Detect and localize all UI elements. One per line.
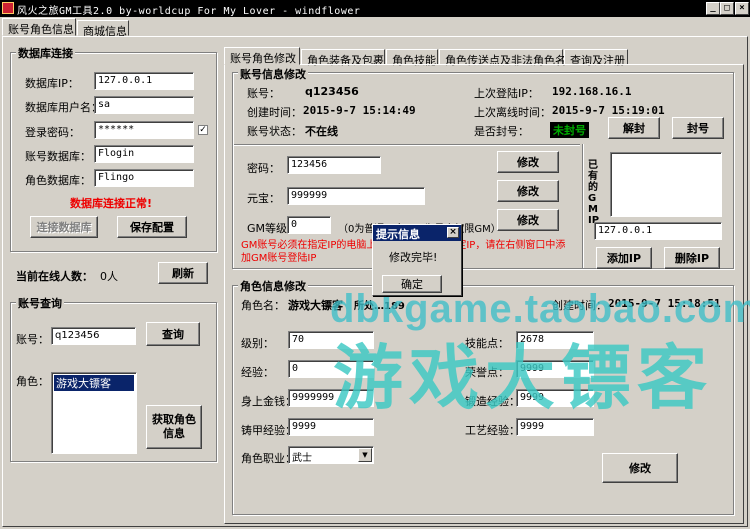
account-label: 账号： — [247, 87, 280, 100]
modify-pwd-button[interactable]: 修改 — [497, 151, 559, 173]
save-config-button[interactable]: 保存配置 — [117, 216, 187, 238]
exp-label: 经验： — [241, 366, 274, 379]
db-ip-label: 数据库IP： — [25, 77, 79, 90]
list-item[interactable]: 游戏大镖客 — [54, 375, 134, 391]
db-ip-input[interactable]: 127.0.0.1 — [94, 72, 194, 90]
tab-account-role[interactable]: 账号角色信息 — [2, 18, 76, 36]
status-value: 不在线 — [305, 125, 338, 138]
refresh-button[interactable]: 刷新 — [158, 262, 208, 284]
tab-equipment[interactable]: 角色装备及包裹 — [301, 49, 385, 67]
title-bar: 风火之旅GM工具2.0 by-worldcup For My Lover - w… — [0, 0, 750, 17]
tech-label: 工艺经验： — [465, 424, 520, 437]
window-title: 风火之旅GM工具2.0 by-worldcup For My Lover - w… — [17, 6, 361, 17]
add-ip-button[interactable]: 添加IP — [596, 247, 652, 269]
ban-button[interactable]: 封号 — [672, 117, 724, 139]
last-ip-value: 192.168.16.1 — [552, 85, 632, 98]
created-label: 创建时间： — [247, 106, 302, 119]
account-value: q123456 — [305, 85, 359, 98]
role-name-label: 角色名： — [241, 299, 285, 312]
role-list-label: 角色： — [16, 375, 49, 388]
pwd-input[interactable]: 123456 — [287, 156, 381, 174]
close-button[interactable]: × — [735, 2, 749, 15]
role-db-label: 角色数据库： — [25, 174, 91, 187]
unban-button[interactable]: 解封 — [608, 117, 660, 139]
created-value: 2015-9-7 15:14:49 — [303, 104, 416, 117]
watermark-text: 游戏大镖客 — [333, 337, 713, 419]
db-pwd-label: 登录密码： — [25, 126, 80, 139]
gm-ip-list-label: 已有的GM IP — [588, 160, 600, 226]
tab-account-role-modify[interactable]: 账号角色修改 — [224, 47, 300, 65]
gm-input[interactable]: 0 — [287, 216, 331, 234]
modify-gold-button[interactable]: 修改 — [497, 180, 559, 202]
tab-query-register[interactable]: 查询及注册 — [564, 49, 628, 67]
tab-mall[interactable]: 商城信息 — [77, 20, 129, 38]
dialog-close-icon[interactable]: × — [447, 227, 459, 238]
pwd-label: 密码： — [247, 162, 280, 175]
last-logout-value: 2015-9-7 15:19:01 — [552, 104, 665, 117]
minimize-button[interactable]: _ — [706, 2, 720, 15]
db-pwd-input[interactable]: ****** — [94, 121, 194, 139]
connect-db-button[interactable]: 连接数据库 — [30, 216, 98, 238]
chevron-down-icon[interactable]: ▼ — [358, 448, 372, 462]
job-select-value: 武士 — [292, 453, 312, 464]
role-info-title: 角色信息修改 — [238, 278, 308, 294]
db-status: 数据库连接正常! — [70, 197, 153, 210]
gold-label: 元宝： — [247, 192, 280, 205]
modify-gm-button[interactable]: 修改 — [497, 209, 559, 231]
last-ip-label: 上次登陆IP： — [474, 87, 539, 100]
alert-dialog: 提示信息 × 修改完毕! 确定 — [372, 224, 462, 296]
status-label: 账号状态： — [247, 125, 302, 138]
role-db-input[interactable]: Flingo — [94, 169, 194, 187]
query-account-input[interactable]: q123456 — [51, 327, 136, 345]
banned-label: 是否封号： — [474, 125, 529, 138]
db-user-label: 数据库用户名： — [25, 101, 102, 114]
tab-teleport[interactable]: 角色传送点及非法角色名 — [439, 49, 566, 67]
query-button[interactable]: 查询 — [146, 322, 200, 346]
gm-ip-input[interactable]: 127.0.0.1 — [594, 222, 722, 240]
gm-ip-listbox[interactable] — [610, 152, 722, 217]
divider — [234, 144, 580, 146]
last-logout-label: 上次离线时间： — [474, 106, 551, 119]
gold-input[interactable]: 999999 — [287, 187, 425, 205]
divider-vertical — [582, 144, 584, 268]
level-label: 级别： — [241, 337, 274, 350]
dialog-titlebar: 提示信息 × — [373, 225, 461, 241]
acc-db-label: 账号数据库： — [25, 150, 91, 163]
delete-ip-button[interactable]: 删除IP — [664, 247, 720, 269]
show-password-checkbox[interactable]: ✓ — [198, 125, 208, 135]
modify-role-button[interactable]: 修改 — [602, 453, 678, 483]
dialog-message: 修改完毕! — [389, 251, 438, 264]
query-group-title: 账号查询 — [16, 295, 64, 311]
db-group-title: 数据库连接 — [16, 45, 75, 61]
query-account-label: 账号： — [16, 333, 49, 346]
account-info-title: 账号信息修改 — [238, 66, 308, 82]
dialog-title: 提示信息 — [376, 228, 420, 241]
online-count: 0人 — [100, 270, 118, 283]
db-user-input[interactable]: sa — [94, 96, 194, 114]
tab-skills[interactable]: 角色技能 — [386, 49, 438, 67]
maximize-button[interactable]: □ — [720, 2, 734, 15]
acc-db-input[interactable]: Flogin — [94, 145, 194, 163]
role-listbox[interactable]: 游戏大镖客 — [51, 372, 137, 454]
dialog-ok-button[interactable]: 确定 — [382, 275, 442, 293]
banned-value: 未封号 — [550, 122, 589, 138]
online-label: 当前在线人数： — [16, 270, 93, 283]
get-role-info-button[interactable]: 获取角色 信息 — [146, 405, 202, 449]
app-icon — [2, 2, 14, 14]
